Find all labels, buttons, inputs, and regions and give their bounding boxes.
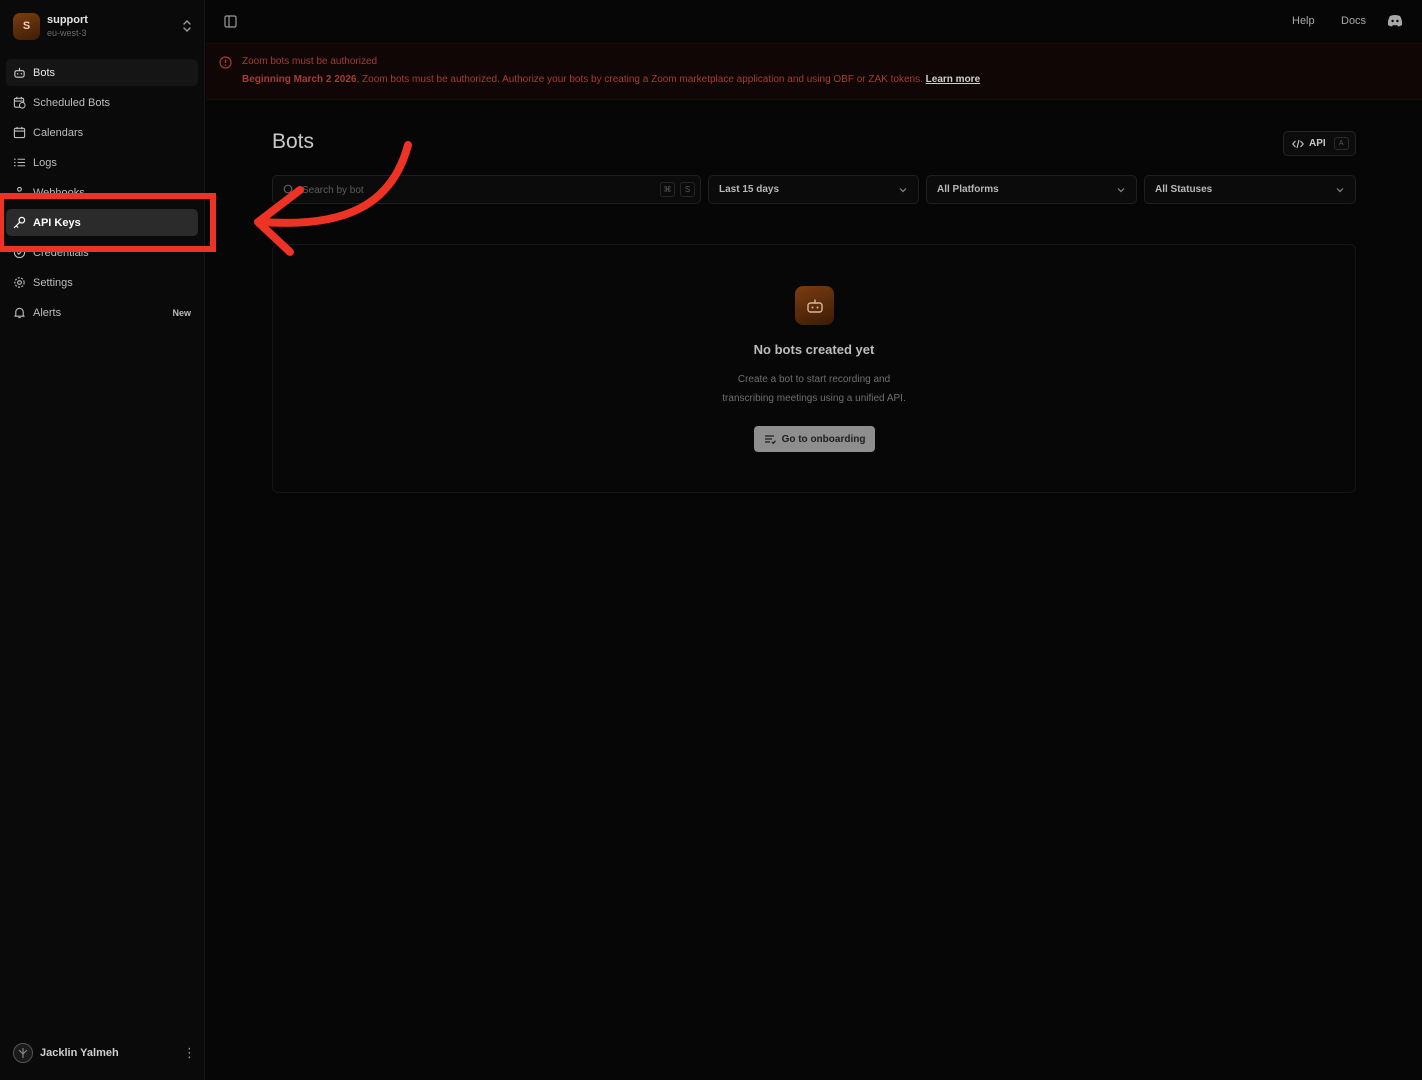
sidebar: S support eu-west-3 Bots Scheduled Bots … <box>0 0 205 1080</box>
empty-description: Create a bot to start recording and tran… <box>273 370 1355 408</box>
bot-icon <box>795 286 834 325</box>
banner-title: Zoom bots must be authorized <box>242 56 378 67</box>
topbar: Help Docs <box>206 0 1422 43</box>
user-menu[interactable]: Jacklin Yalmeh ⋮ <box>13 1043 196 1063</box>
discord-icon[interactable] <box>1387 14 1403 27</box>
more-vertical-icon[interactable]: ⋮ <box>183 1045 196 1061</box>
banner-date: Beginning March 2 2026 <box>242 74 357 85</box>
calendar-icon <box>13 126 26 139</box>
empty-title: No bots created yet <box>753 342 875 357</box>
status-value: All Statuses <box>1155 184 1213 195</box>
gear-icon <box>14 277 25 288</box>
workspace-switcher[interactable]: S support eu-west-3 <box>13 12 193 40</box>
search-box[interactable]: ⌘ S <box>272 175 701 204</box>
sidebar-item-bots[interactable]: Bots <box>6 59 198 86</box>
zoom-auth-banner: Zoom bots must be authorized Beginning M… <box>206 43 1422 100</box>
alert-circle-icon <box>219 56 232 69</box>
sidebar-item-label: Bots <box>33 66 56 79</box>
sidebar-item-logs[interactable]: Logs <box>6 149 198 176</box>
sidebar-item-calendars[interactable]: Calendars <box>6 119 198 146</box>
sidebar-item-settings[interactable]: Settings <box>6 269 198 296</box>
code-icon <box>1292 139 1304 148</box>
bell-icon <box>14 307 25 319</box>
new-badge: New <box>172 307 191 318</box>
list-checks-icon <box>764 435 776 445</box>
help-link[interactable]: Help <box>1292 15 1315 27</box>
shortcut-key: S <box>680 182 695 197</box>
banner-body: Beginning March 2 2026, Zoom bots must b… <box>242 74 980 85</box>
api-button[interactable]: API A <box>1283 131 1356 156</box>
status-select[interactable]: All Statuses <box>1144 175 1356 204</box>
workspace-avatar: S <box>13 12 40 40</box>
user-name: Jacklin Yalmeh <box>40 1047 119 1059</box>
banner-text: , Zoom bots must be authorized. Authoriz… <box>356 74 926 85</box>
api-shortcut: A <box>1333 137 1349 150</box>
learn-more-link[interactable]: Learn more <box>926 74 980 85</box>
user-icon <box>18 1048 28 1058</box>
page-title: Bots <box>272 130 315 153</box>
annotation-highlight-box <box>0 193 216 252</box>
annotation-arrow-icon <box>254 141 412 256</box>
go-to-onboarding-button[interactable]: Go to onboarding <box>754 426 875 452</box>
empty-state: No bots created yet Create a bot to star… <box>272 244 1356 493</box>
search-icon <box>283 184 295 196</box>
chevron-down-icon <box>1117 188 1125 193</box>
platform-select[interactable]: All Platforms <box>926 175 1137 204</box>
sidebar-toggle-icon[interactable] <box>224 15 237 28</box>
sidebar-item-label: Scheduled Bots <box>33 96 111 109</box>
api-button-label: API <box>1309 138 1326 149</box>
empty-description-line: Create a bot to start recording and <box>737 374 891 385</box>
avatar <box>13 1043 33 1063</box>
empty-description-line: transcribing meetings using a unified AP… <box>722 393 906 404</box>
date-range-value: Last 15 days <box>719 184 780 195</box>
sidebar-item-scheduled-bots[interactable]: Scheduled Bots <box>6 89 198 116</box>
sidebar-item-label: Alerts <box>33 306 62 319</box>
sidebar-item-alerts[interactable]: Alerts New <box>6 299 198 326</box>
platform-value: All Platforms <box>937 184 999 195</box>
date-range-select[interactable]: Last 15 days <box>708 175 919 204</box>
chevron-up-down-icon <box>183 20 191 32</box>
chevron-down-icon <box>1336 188 1344 193</box>
shortcut-mod: ⌘ <box>660 182 675 197</box>
sidebar-item-label: Logs <box>33 156 57 169</box>
bot-icon <box>14 67 25 78</box>
search-input[interactable] <box>302 182 642 198</box>
workspace-region: eu-west-3 <box>47 27 87 38</box>
onboarding-button-label: Go to onboarding <box>781 433 866 445</box>
list-icon <box>14 158 26 167</box>
calendar-clock-icon <box>13 96 26 109</box>
docs-link[interactable]: Docs <box>1341 15 1366 27</box>
sidebar-item-label: Settings <box>33 276 73 289</box>
workspace-name: support <box>47 13 88 26</box>
chevron-down-icon <box>899 188 907 193</box>
sidebar-item-label: Calendars <box>33 126 84 139</box>
